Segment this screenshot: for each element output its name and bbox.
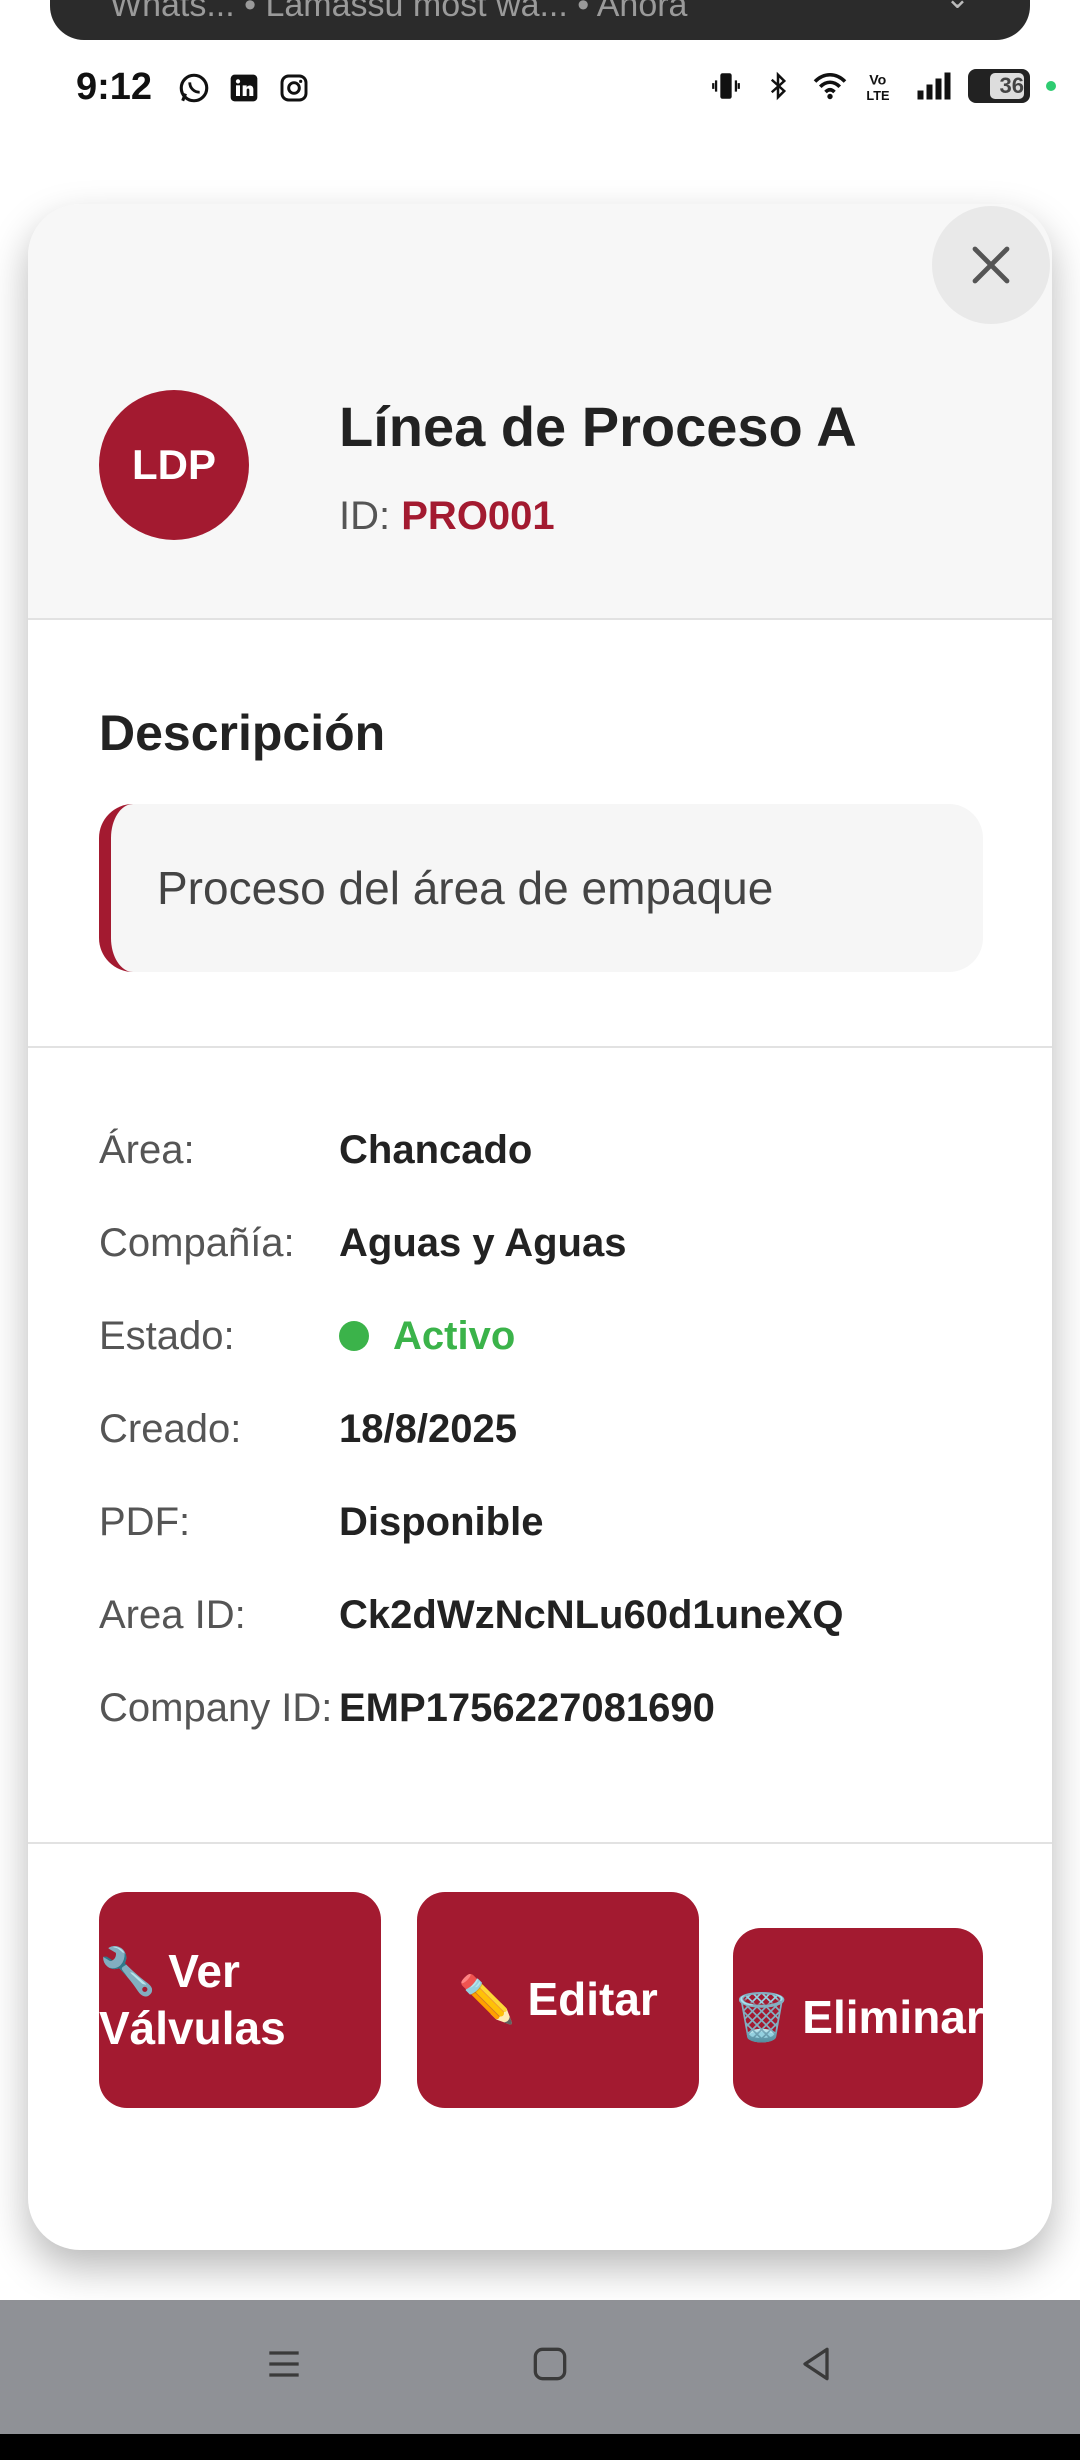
bluetooth-icon — [760, 68, 796, 104]
info-value: Chancado — [339, 1127, 533, 1172]
signal-icon — [916, 68, 952, 104]
ver-valvulas-label-line2: Válvulas — [99, 2002, 286, 2054]
status-dot-icon — [339, 1321, 369, 1351]
bottom-edge — [0, 2434, 1080, 2460]
navigation-bar — [0, 2300, 1080, 2434]
pencil-icon: ✏️ — [458, 1973, 516, 2026]
info-row-company-id: Company ID: EMP1756227081690 — [99, 1680, 715, 1736]
volte-icon: Vo LTE — [864, 68, 900, 104]
page-title: Línea de Proceso A — [339, 395, 857, 458]
back-icon[interactable] — [786, 2334, 846, 2394]
battery-icon: 36 — [968, 69, 1030, 103]
info-label: Compañía: — [99, 1220, 295, 1265]
close-button[interactable] — [932, 206, 1050, 324]
id-line: ID: PRO001 — [339, 494, 555, 539]
description-title: Descripción — [99, 705, 386, 761]
info-row-area-id: Area ID: Ck2dWzNcNLu60d1uneXQ — [99, 1587, 844, 1643]
id-value: PRO001 — [401, 494, 555, 538]
clock: 9:12 — [76, 66, 153, 108]
info-value: Aguas y Aguas — [339, 1220, 627, 1265]
info-row-pdf: PDF: Disponible — [99, 1494, 543, 1550]
status-bar: 9:12 Vo LTE 36 — [0, 40, 1080, 140]
instagram-icon — [276, 70, 312, 106]
notification-sliver[interactable]: Whats... • Lamassu most wa... • Ahora ⌄ — [0, 0, 1080, 40]
home-icon[interactable] — [520, 2334, 580, 2394]
description-text: Proceso del área de empaque — [157, 862, 774, 914]
info-value: 18/8/2025 — [339, 1406, 517, 1451]
info-section: Área: Chancado Compañía: Aguas y Aguas E… — [28, 1048, 1052, 1844]
info-label: Area ID: — [99, 1592, 246, 1637]
info-value: Ck2dWzNcNLu60d1uneXQ — [339, 1592, 844, 1637]
ver-valvulas-label-line1: Ver — [168, 1944, 240, 1997]
trash-icon: 🗑️ — [733, 1991, 791, 2044]
info-label: Área: — [99, 1127, 195, 1172]
editar-button[interactable]: ✏️ Editar — [417, 1892, 699, 2108]
svg-text:Vo: Vo — [869, 73, 886, 89]
wifi-icon — [812, 68, 848, 104]
ver-valvulas-button[interactable]: 🔧 Ver Válvulas — [99, 1892, 381, 2108]
vibrate-icon — [708, 68, 744, 104]
privacy-dot-icon — [1046, 81, 1056, 91]
svg-text:LTE: LTE — [866, 88, 889, 103]
info-row-area: Área: Chancado — [99, 1122, 532, 1178]
detail-modal: LDP Línea de Proceso A ID: PRO001 Descri… — [28, 204, 1052, 2250]
battery-level: 36 — [999, 73, 1024, 98]
status-badge: Activo — [393, 1313, 516, 1358]
id-label: ID: — [339, 494, 391, 538]
info-label: Creado: — [99, 1406, 242, 1451]
avatar: LDP — [99, 390, 249, 540]
info-value: EMP1756227081690 — [339, 1685, 715, 1730]
description-section: Descripción Proceso del área de empaque — [28, 620, 1052, 1048]
eliminar-label: Eliminar — [802, 1991, 983, 2044]
info-label: PDF: — [99, 1499, 191, 1544]
info-label: Company ID: — [99, 1685, 333, 1730]
notification-pill[interactable]: Whats... • Lamassu most wa... • Ahora ⌄ — [50, 0, 1030, 40]
editar-label: Editar — [527, 1973, 658, 2026]
chevron-down-icon[interactable]: ⌄ — [945, 0, 970, 14]
notification-text: Whats... • Lamassu most wa... • Ahora — [110, 0, 688, 24]
eliminar-button[interactable]: 🗑️ Eliminar — [733, 1928, 983, 2108]
linkedin-icon — [226, 70, 262, 106]
info-row-status: Estado: Activo — [99, 1308, 515, 1364]
modal-header: LDP Línea de Proceso A ID: PRO001 — [28, 204, 1052, 620]
info-row-created: Creado: 18/8/2025 — [99, 1401, 517, 1457]
menu-icon[interactable] — [254, 2334, 314, 2394]
whatsapp-icon — [176, 70, 212, 106]
close-icon — [972, 246, 1010, 284]
info-value: Disponible — [339, 1499, 544, 1544]
wrench-icon: 🔧 — [99, 1944, 157, 1997]
info-label: Estado: — [99, 1313, 235, 1358]
description-box: Proceso del área de empaque — [99, 804, 983, 972]
info-row-company: Compañía: Aguas y Aguas — [99, 1215, 626, 1271]
